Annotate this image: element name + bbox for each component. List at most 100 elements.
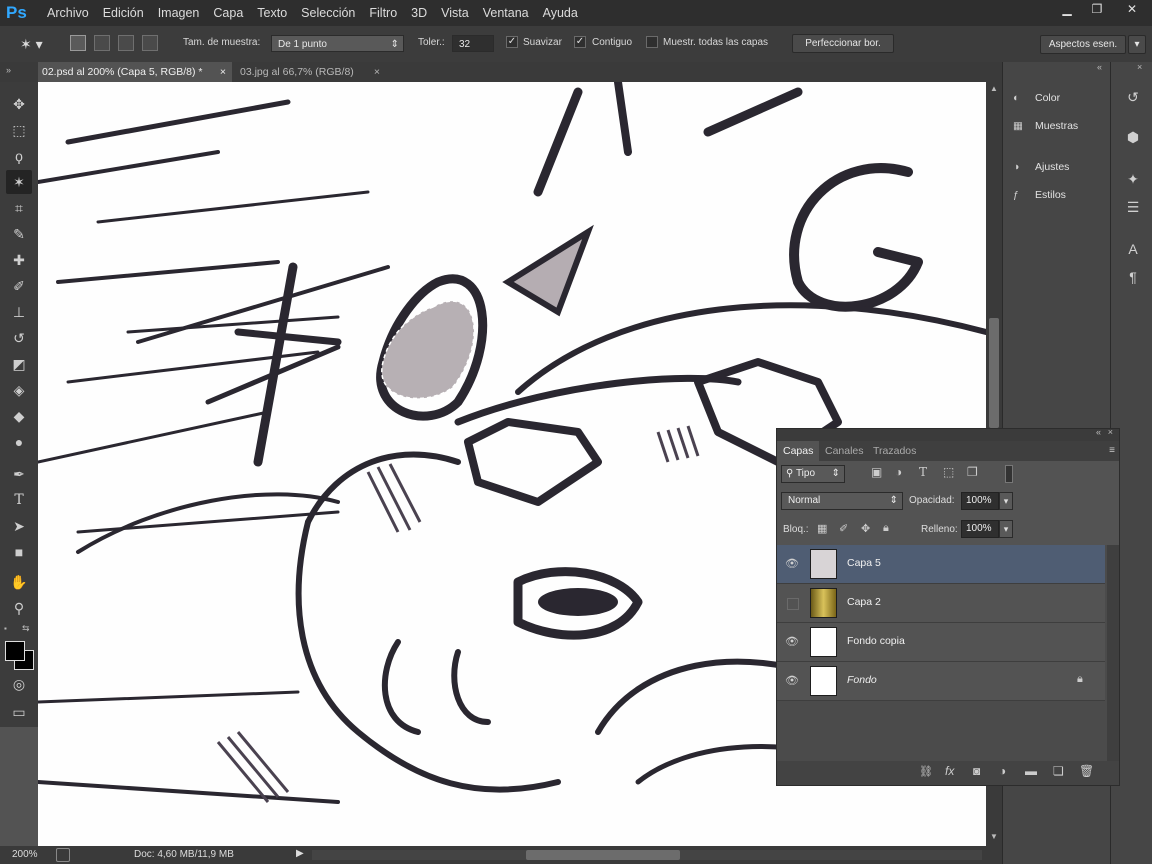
tab-close-icon[interactable]: × bbox=[220, 62, 226, 82]
scroll-up-icon[interactable]: ▲ bbox=[990, 84, 998, 93]
menu-archivo[interactable]: Archivo bbox=[40, 0, 96, 26]
lock-all-icon[interactable]: 🔒︎ bbox=[883, 522, 889, 535]
layer-capa-2[interactable]: Capa 2 bbox=[777, 584, 1105, 623]
menu-edicion[interactable]: Edición bbox=[96, 0, 151, 26]
menu-3d[interactable]: 3D bbox=[404, 0, 434, 26]
status-icon[interactable] bbox=[56, 848, 70, 862]
workspace-button[interactable]: Aspectos esen. bbox=[1040, 35, 1126, 54]
tab-trazados[interactable]: Trazados bbox=[867, 441, 922, 461]
tab-capas[interactable]: Capas bbox=[777, 441, 820, 461]
status-menu-icon[interactable]: ▶ bbox=[296, 848, 304, 859]
menu-capa[interactable]: Capa bbox=[206, 0, 250, 26]
eraser-tool-icon[interactable]: ◩ bbox=[6, 352, 32, 376]
filter-type-icon[interactable]: T bbox=[919, 465, 927, 479]
dock-collapse-icon[interactable]: « bbox=[1097, 62, 1102, 72]
subtract-selection-icon[interactable] bbox=[118, 35, 134, 51]
marquee-tool-icon[interactable]: ⬚ bbox=[6, 118, 32, 142]
stamp-tool-icon[interactable]: ⊥ bbox=[6, 300, 32, 324]
tab-02-psd[interactable]: 02.psd al 200% (Capa 5, RGB/8) * × bbox=[38, 62, 232, 82]
tab-canales[interactable]: Canales bbox=[819, 441, 870, 461]
menu-filtro[interactable]: Filtro bbox=[362, 0, 404, 26]
magic-wand-preset-icon[interactable]: ✶ ▾ bbox=[20, 35, 56, 53]
dock-item-color[interactable]: ◐ Color bbox=[1013, 84, 1060, 112]
filter-smart-icon[interactable]: ❐ bbox=[967, 465, 978, 479]
dodge-tool-icon[interactable]: ● bbox=[6, 430, 32, 454]
antialias-checkbox[interactable]: ✓ bbox=[506, 36, 518, 48]
restore-icon[interactable]: ❐ bbox=[1082, 0, 1112, 20]
hand-tool-icon[interactable]: ✋ bbox=[6, 570, 32, 594]
collapse-icon[interactable]: « bbox=[1096, 427, 1101, 437]
layer-fondo-copia[interactable]: 👁︎ Fondo copia bbox=[777, 623, 1105, 662]
tool-presets-icon[interactable]: ✦ bbox=[1123, 168, 1143, 190]
filter-pixel-icon[interactable]: ▣ bbox=[871, 465, 882, 479]
lasso-tool-icon[interactable]: ϙ bbox=[6, 144, 32, 168]
magic-wand-tool-icon[interactable]: ✶ bbox=[6, 170, 32, 194]
path-selection-tool-icon[interactable]: ➤ bbox=[6, 514, 32, 538]
tab-close-icon[interactable]: × bbox=[374, 62, 380, 82]
dock-item-swatches[interactable]: ▦ Muestras bbox=[1013, 112, 1078, 140]
visibility-empty-icon[interactable] bbox=[787, 598, 799, 610]
screen-mode-icon[interactable]: ▭ bbox=[6, 700, 32, 724]
workspace-dropdown[interactable]: ▾ bbox=[1128, 35, 1146, 54]
menu-vista[interactable]: Vista bbox=[434, 0, 476, 26]
new-group-icon[interactable]: ▬ bbox=[1025, 764, 1037, 778]
default-colors-icon[interactable]: ▪ bbox=[4, 624, 14, 634]
add-selection-icon[interactable] bbox=[94, 35, 110, 51]
layer-style-icon[interactable]: fx bbox=[945, 764, 954, 778]
swap-colors-icon[interactable]: ⇆ bbox=[22, 623, 30, 634]
healing-brush-tool-icon[interactable]: ✚ bbox=[6, 248, 32, 272]
eyedropper-tool-icon[interactable]: ✎ bbox=[6, 222, 32, 246]
menu-texto[interactable]: Texto bbox=[250, 0, 294, 26]
zoom-tool-icon[interactable]: ⚲ bbox=[6, 596, 32, 620]
contiguous-checkbox[interactable]: ✓ bbox=[574, 36, 586, 48]
dock-collapse-icon[interactable]: × bbox=[1137, 62, 1142, 72]
filter-toggle[interactable] bbox=[1005, 465, 1013, 483]
type-tool-icon[interactable]: T bbox=[6, 488, 32, 512]
dock-item-adjustments[interactable]: ◑ Ajustes bbox=[1013, 153, 1069, 181]
brush-tool-icon[interactable]: ✐ bbox=[6, 274, 32, 298]
lock-image-icon[interactable]: ✐ bbox=[839, 522, 848, 535]
scroll-thumb[interactable] bbox=[989, 318, 999, 428]
link-layers-icon[interactable]: ⛓ bbox=[919, 765, 933, 778]
horizontal-scrollbar[interactable] bbox=[312, 850, 982, 860]
character-icon[interactable]: A bbox=[1123, 238, 1143, 260]
shape-tool-icon[interactable]: ■ bbox=[6, 540, 32, 564]
blur-tool-icon[interactable]: ◆ bbox=[6, 404, 32, 428]
sample-size-select[interactable]: De 1 punto ⇕ bbox=[271, 35, 404, 52]
add-mask-icon[interactable]: ◙ bbox=[973, 764, 980, 778]
panel-menu-icon[interactable]: ≡ bbox=[1109, 445, 1115, 456]
close-panel-icon[interactable]: × bbox=[1108, 427, 1113, 437]
zoom-level[interactable]: 200% bbox=[12, 849, 38, 860]
foreground-color-swatch[interactable] bbox=[5, 641, 25, 661]
fill-input[interactable]: 100% bbox=[961, 520, 999, 538]
menu-seleccion[interactable]: Selección bbox=[294, 0, 362, 26]
fill-dropdown[interactable]: ▾ bbox=[999, 520, 1013, 538]
quick-mask-icon[interactable]: ◎ bbox=[6, 672, 32, 696]
tolerance-input[interactable]: 32 bbox=[452, 35, 494, 52]
move-tool-icon[interactable]: ✥ bbox=[6, 92, 32, 116]
paint-bucket-tool-icon[interactable]: ◈ bbox=[6, 378, 32, 402]
lock-transparent-icon[interactable]: ▦ bbox=[817, 522, 827, 535]
filter-adjustment-icon[interactable]: ◑ bbox=[895, 465, 902, 479]
layer-list-scrollbar[interactable] bbox=[1107, 545, 1119, 761]
history-icon[interactable]: ↺ bbox=[1123, 86, 1143, 108]
properties-icon[interactable]: ☰ bbox=[1123, 196, 1143, 218]
scroll-down-icon[interactable]: ▼ bbox=[990, 832, 998, 841]
close-icon[interactable]: ✕ bbox=[1112, 0, 1152, 20]
new-selection-icon[interactable] bbox=[70, 35, 86, 51]
collapse-toolbar-icon[interactable]: » bbox=[6, 65, 11, 75]
intersect-selection-icon[interactable] bbox=[142, 35, 158, 51]
dock-item-styles[interactable]: ƒ Estilos bbox=[1013, 181, 1066, 209]
tab-03-jpg[interactable]: 03.jpg al 66,7% (RGB/8) × bbox=[236, 62, 386, 82]
filter-shape-icon[interactable]: ⬚ bbox=[943, 465, 954, 479]
refine-edge-button[interactable]: Perfeccionar bor. bbox=[792, 34, 894, 53]
filter-select[interactable]: ⚲ Tipo ⇕ bbox=[781, 465, 845, 483]
menu-imagen[interactable]: Imagen bbox=[151, 0, 207, 26]
visibility-eye-icon[interactable]: 👁︎ bbox=[785, 674, 799, 688]
3d-icon[interactable]: ⬢ bbox=[1123, 126, 1143, 148]
menu-ventana[interactable]: Ventana bbox=[476, 0, 536, 26]
menu-ayuda[interactable]: Ayuda bbox=[536, 0, 585, 26]
opacity-dropdown[interactable]: ▾ bbox=[999, 492, 1013, 510]
history-brush-tool-icon[interactable]: ↺ bbox=[6, 326, 32, 350]
visibility-eye-icon[interactable]: 👁︎ bbox=[785, 635, 799, 649]
